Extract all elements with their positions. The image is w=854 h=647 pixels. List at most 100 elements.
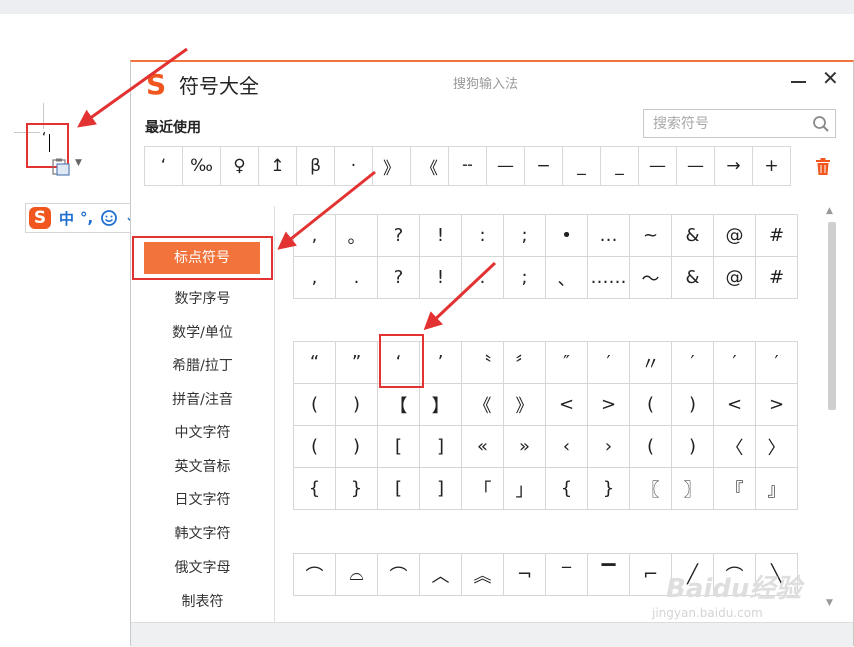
symbol-cell[interactable]: ,	[294, 215, 336, 257]
symbol-cell[interactable]: &	[672, 215, 714, 257]
symbol-cell[interactable]: 『	[714, 468, 756, 510]
symbol-cell[interactable]: 《	[462, 384, 504, 426]
symbol-cell[interactable]: ′	[588, 342, 630, 384]
symbol-cell[interactable]: ,	[294, 257, 336, 299]
recent-symbol-cell[interactable]: ╌	[449, 147, 487, 185]
symbol-cell[interactable]: ?	[378, 215, 420, 257]
recent-symbol-cell[interactable]: —	[677, 147, 715, 185]
symbol-cell[interactable]: ⌓	[336, 554, 378, 596]
recent-symbol-cell[interactable]: 《	[411, 147, 449, 185]
symbol-cell[interactable]: ⌒	[294, 554, 336, 596]
symbol-cell[interactable]: ;	[504, 257, 546, 299]
symbol-cell[interactable]: 〉	[756, 426, 798, 468]
symbol-cell[interactable]: !	[420, 257, 462, 299]
symbol-cell[interactable]: <	[714, 384, 756, 426]
category-item[interactable]: 英文音标	[131, 452, 274, 482]
symbol-cell[interactable]: >	[588, 384, 630, 426]
symbol-cell[interactable]: <	[546, 384, 588, 426]
category-item[interactable]: 希腊/拉丁	[131, 351, 274, 381]
close-button[interactable]: ✕	[822, 68, 839, 88]
symbol-cell[interactable]: ’	[420, 342, 462, 384]
trash-icon[interactable]	[815, 158, 831, 176]
symbol-cell[interactable]: #	[756, 215, 798, 257]
symbol-cell[interactable]: >	[756, 384, 798, 426]
scrollbar[interactable]: ▲ ▼	[823, 206, 840, 614]
symbol-cell[interactable]: 》	[504, 384, 546, 426]
symbol-cell[interactable]: ]	[420, 426, 462, 468]
symbol-cell[interactable]: ︿	[420, 554, 462, 596]
category-item[interactable]: 制表符	[131, 587, 274, 617]
recent-symbol-cell[interactable]: ♀	[221, 147, 259, 185]
symbol-cell[interactable]: ›	[588, 426, 630, 468]
recent-symbol-cell[interactable]: −	[525, 147, 563, 185]
category-item[interactable]: 拼音/注音	[131, 385, 274, 415]
scroll-down-icon[interactable]: ▼	[826, 598, 833, 608]
symbol-cell[interactable]: (	[630, 384, 672, 426]
symbol-cell[interactable]: #	[756, 257, 798, 299]
symbol-cell[interactable]: ⌒	[378, 554, 420, 596]
minimize-button[interactable]	[791, 66, 807, 92]
symbol-cell[interactable]: 。	[336, 215, 378, 257]
recent-symbol-cell[interactable]: β	[297, 147, 335, 185]
recent-symbol-cell[interactable]: —	[487, 147, 525, 185]
recent-symbol-cell[interactable]: ‰	[183, 147, 221, 185]
symbol-cell[interactable]: ?	[378, 257, 420, 299]
recent-symbol-cell[interactable]: _	[601, 147, 639, 185]
symbol-cell[interactable]: 】	[420, 384, 462, 426]
paste-options-icon[interactable]	[51, 158, 71, 176]
symbol-cell[interactable]: @	[714, 257, 756, 299]
symbol-cell[interactable]: 〃	[630, 342, 672, 384]
symbol-cell[interactable]: ~	[630, 215, 672, 257]
chinese-mode-toggle[interactable]: 中	[59, 208, 74, 229]
symbol-cell[interactable]: ]	[420, 468, 462, 510]
symbol-search[interactable]	[643, 109, 836, 138]
symbol-cell[interactable]: 」	[504, 468, 546, 510]
symbol-cell[interactable]: 〖	[630, 468, 672, 510]
symbol-cell[interactable]: .	[336, 257, 378, 299]
category-item[interactable]: 数学/单位	[131, 318, 274, 348]
recent-symbol-cell[interactable]: —	[639, 147, 677, 185]
symbol-cell[interactable]: :	[462, 215, 504, 257]
category-item[interactable]: 中文字符	[131, 418, 274, 448]
category-item[interactable]: 俄文字母	[131, 553, 274, 583]
recent-symbol-cell[interactable]: +	[753, 147, 790, 185]
symbol-cell[interactable]: ¬	[504, 554, 546, 596]
symbol-cell[interactable]: (	[294, 384, 336, 426]
symbol-cell[interactable]: 「	[462, 468, 504, 510]
symbol-cell[interactable]: •	[546, 215, 588, 257]
symbol-cell[interactable]: ▔	[588, 554, 630, 596]
search-input[interactable]	[651, 114, 815, 133]
emoji-icon[interactable]	[100, 210, 117, 227]
symbol-cell[interactable]: }	[336, 468, 378, 510]
symbol-cell[interactable]: )	[336, 384, 378, 426]
symbol-cell[interactable]: ′	[672, 342, 714, 384]
symbol-cell[interactable]: «	[462, 426, 504, 468]
symbol-cell[interactable]: )	[672, 426, 714, 468]
symbol-cell[interactable]: ‾	[546, 554, 588, 596]
symbol-cell[interactable]: ″	[546, 342, 588, 384]
symbol-cell[interactable]: ′	[756, 342, 798, 384]
symbol-cell[interactable]: 〞	[504, 342, 546, 384]
scroll-thumb[interactable]	[828, 222, 836, 410]
symbol-cell[interactable]: 【	[378, 384, 420, 426]
symbol-cell[interactable]: .	[462, 257, 504, 299]
category-item[interactable]: 日文字符	[131, 485, 274, 515]
symbol-cell[interactable]: ′	[714, 342, 756, 384]
recent-symbol-cell[interactable]: ↥	[259, 147, 297, 185]
symbol-cell[interactable]: ～	[630, 257, 672, 299]
category-item[interactable]: 数字序号	[131, 284, 274, 314]
symbol-cell[interactable]: )	[672, 384, 714, 426]
scroll-up-icon[interactable]: ▲	[826, 206, 833, 216]
chevron-down-icon[interactable]: ▼	[75, 158, 82, 168]
symbol-cell[interactable]: )	[336, 426, 378, 468]
symbol-cell[interactable]: &	[672, 257, 714, 299]
symbol-cell[interactable]: 』	[756, 468, 798, 510]
search-icon[interactable]	[812, 115, 830, 133]
symbol-cell[interactable]: {	[546, 468, 588, 510]
recent-symbol-cell[interactable]: ‘	[145, 147, 183, 185]
symbol-cell[interactable]: »	[504, 426, 546, 468]
sogou-logo-icon[interactable]: S	[29, 207, 51, 229]
symbol-cell[interactable]: !	[420, 215, 462, 257]
recent-symbol-cell[interactable]: →	[715, 147, 753, 185]
symbol-cell[interactable]: [	[378, 426, 420, 468]
